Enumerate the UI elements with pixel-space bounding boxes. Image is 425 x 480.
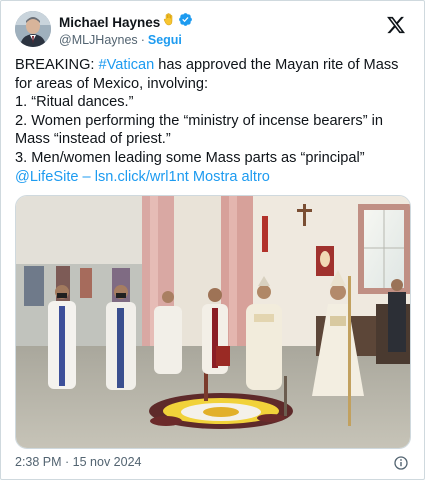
x-logo-icon[interactable] — [386, 15, 406, 35]
raised-hand-emoji-icon — [163, 13, 175, 31]
post-line-1-prefix: BREAKING: — [15, 57, 99, 73]
post-line-5: Mass “instead of priest.” — [15, 131, 171, 148]
separator: · — [140, 33, 145, 47]
info-icon[interactable] — [394, 456, 408, 470]
tweet-header: Michael Haynes @MLJHaynes · Segui — [15, 11, 410, 51]
tweet-footer: 2:38 PM · 15 nov 2024 — [15, 455, 410, 471]
article-url-link[interactable]: lsn.click/wrl1nt — [95, 169, 189, 185]
post-line-3: 1. “Ritual dances.” — [15, 94, 134, 111]
avatar[interactable] — [15, 11, 51, 47]
display-name-row: Michael Haynes — [59, 12, 193, 32]
verified-badge-icon — [178, 12, 193, 32]
display-name[interactable]: Michael Haynes — [59, 15, 160, 30]
church-photo[interactable] — [15, 195, 411, 449]
follow-button[interactable]: Segui — [148, 33, 182, 47]
handle-row: @MLJHaynes · Segui — [59, 33, 193, 47]
post-line-6: 3. Men/women leading some Mass parts as … — [15, 149, 365, 166]
handle[interactable]: @MLJHaynes — [59, 33, 138, 47]
post-line-7: @LifeSite – lsn.click/wrl1nt Mostra altr… — [15, 168, 413, 187]
vatican-hashtag-link[interactable]: #Vatican — [99, 57, 155, 73]
timestamp[interactable]: 2:38 PM · 15 nov 2024 — [15, 455, 141, 469]
author-names: Michael Haynes @MLJHaynes · Segui — [59, 12, 193, 47]
lifesite-mention-link[interactable]: @LifeSite — [15, 169, 79, 185]
tweet-card: Michael Haynes @MLJHaynes · Segui BREAKI… — [0, 0, 425, 480]
post-line-1-suffix: has approved the Mayan rite of Mass — [154, 57, 399, 73]
dash: – — [78, 168, 95, 185]
post-line-4: 2. Women performing the “ministry of inc… — [15, 112, 383, 129]
post-line-1: BREAKING: #Vatican has approved the Maya… — [15, 56, 413, 75]
post-text: BREAKING: #Vatican has approved the Maya… — [15, 56, 413, 186]
show-more-link[interactable]: Mostra altro — [193, 169, 270, 185]
post-line-2: for areas of Mexico, involving: — [15, 75, 209, 92]
